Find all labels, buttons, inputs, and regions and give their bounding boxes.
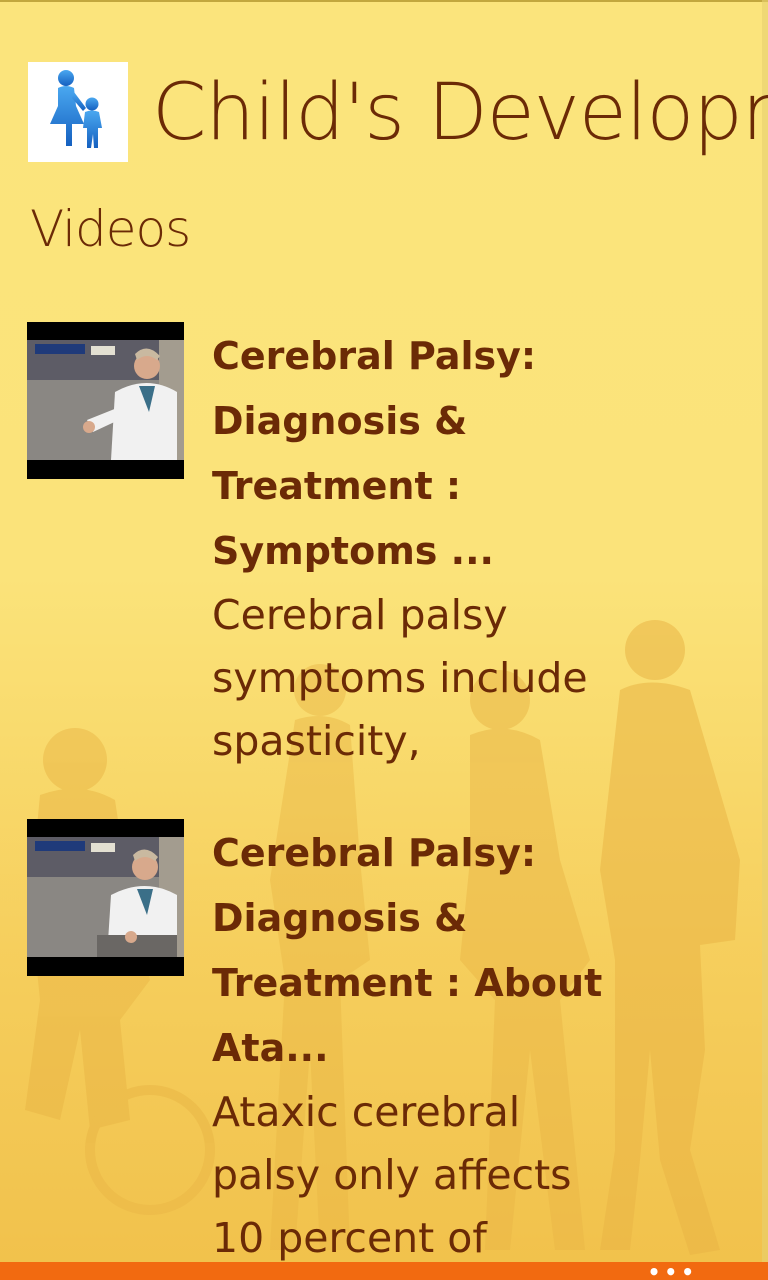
more-options-icon[interactable]: ••• [648, 1262, 698, 1280]
video-thumbnail[interactable] [27, 819, 184, 976]
app-bar[interactable]: ••• [0, 1262, 768, 1280]
video-description: Ataxic cerebral palsy only affects 10 pe… [212, 1088, 572, 1262]
video-title[interactable]: Cerebral Palsy: Diagnosis & Treatment : … [212, 324, 632, 584]
video-text: Cerebral Palsy: Diagnosis & Treatment : … [212, 821, 632, 1262]
video-list: Cerebral Palsy: Diagnosis & Treatment : … [0, 0, 768, 1262]
video-description: Cerebral palsy symptoms include spastici… [212, 591, 588, 765]
video-title[interactable]: Cerebral Palsy: Diagnosis & Treatment : … [212, 821, 632, 1081]
video-thumbnail[interactable] [27, 322, 184, 479]
video-text: Cerebral Palsy: Diagnosis & Treatment : … [212, 324, 632, 773]
